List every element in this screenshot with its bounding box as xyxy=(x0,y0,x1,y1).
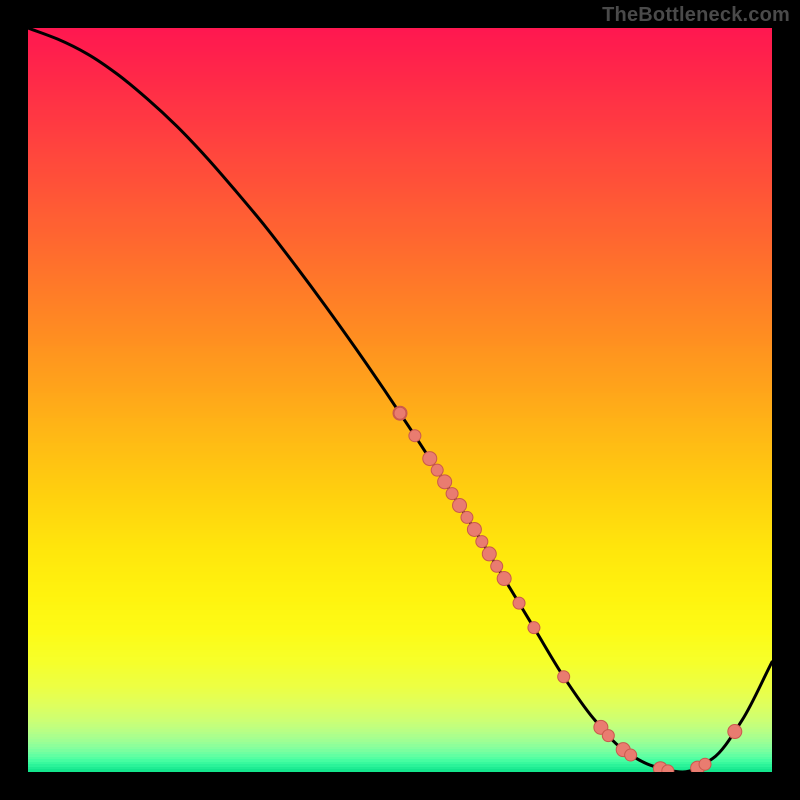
scatter-dots xyxy=(393,406,742,772)
scatter-dot xyxy=(438,475,452,489)
scatter-dot xyxy=(467,522,481,536)
plot-area xyxy=(28,28,772,772)
chart-stage: TheBottleneck.com xyxy=(0,0,800,800)
watermark-text: TheBottleneck.com xyxy=(602,4,790,27)
scatter-dot xyxy=(453,498,467,512)
scatter-dot xyxy=(625,749,637,761)
scatter-dot xyxy=(602,730,614,742)
scatter-dot xyxy=(431,464,443,476)
curve-path xyxy=(28,28,772,772)
scatter-dot xyxy=(728,725,742,739)
scatter-dot xyxy=(446,488,458,500)
scatter-dot xyxy=(423,452,437,466)
scatter-dot xyxy=(662,765,674,772)
scatter-dot xyxy=(528,622,540,634)
scatter-dot xyxy=(497,572,511,586)
scatter-dot xyxy=(482,547,496,561)
scatter-dot xyxy=(394,407,406,419)
scatter-dot xyxy=(513,597,525,609)
scatter-dot xyxy=(476,536,488,548)
curve-layer xyxy=(28,28,772,772)
scatter-dot xyxy=(461,511,473,523)
scatter-dot xyxy=(409,430,421,442)
scatter-dot xyxy=(558,671,570,683)
scatter-dot xyxy=(699,758,711,770)
scatter-dot xyxy=(491,560,503,572)
